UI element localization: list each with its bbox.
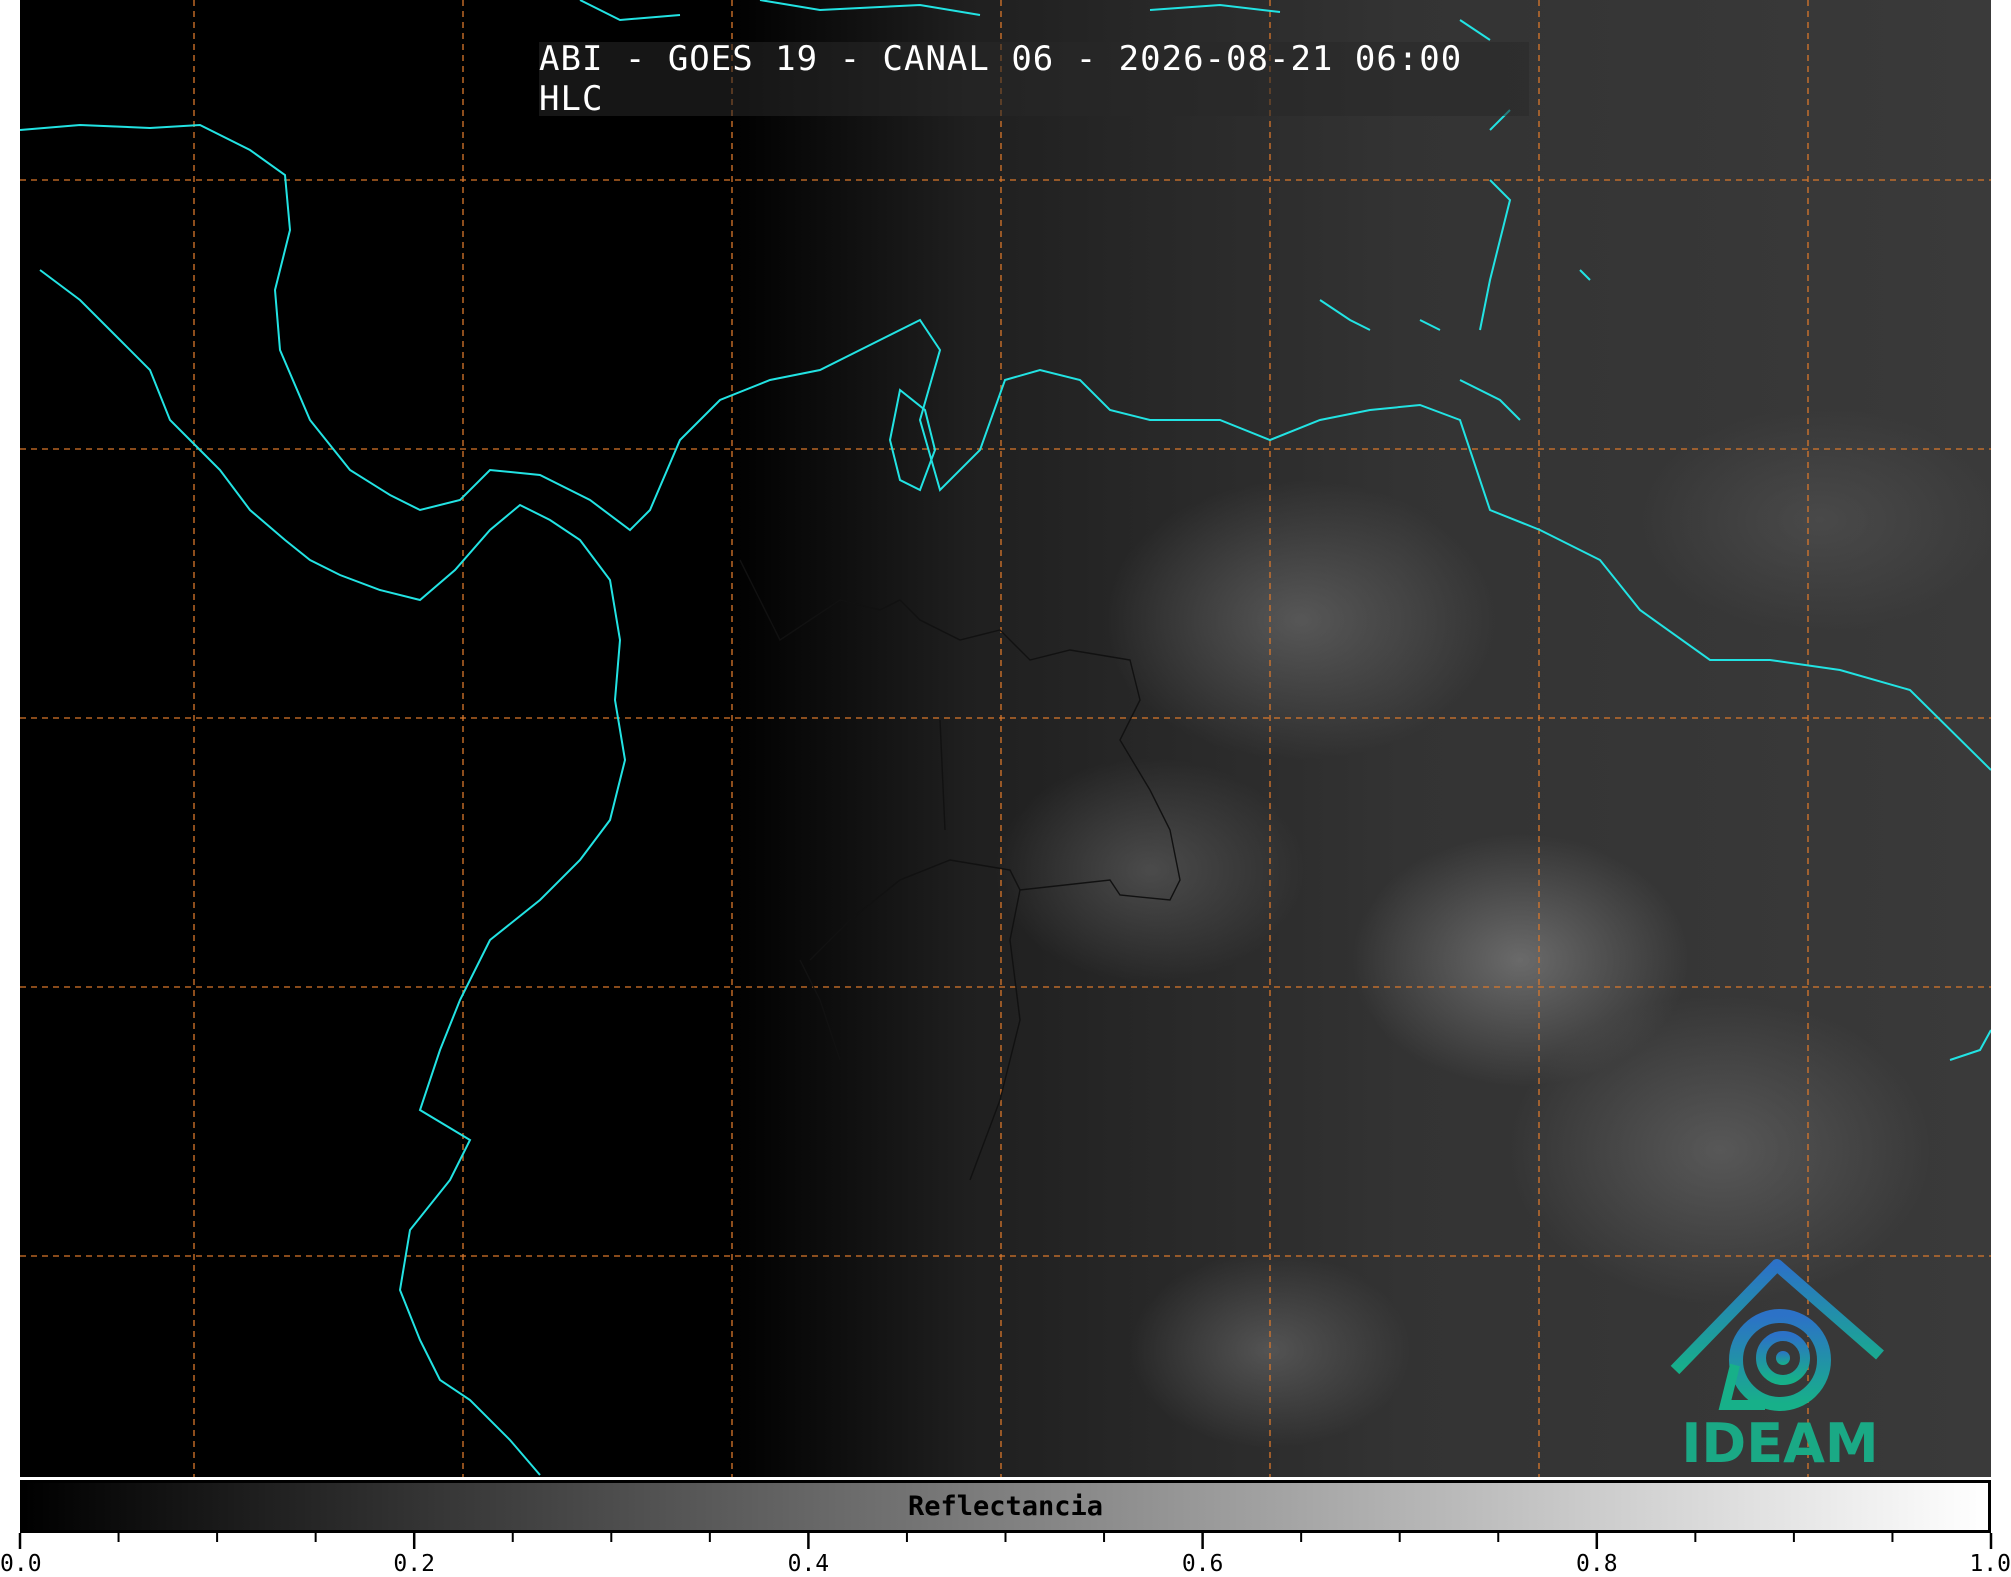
colorbar-label: Reflectancia xyxy=(907,1491,1104,1522)
coastline-central-america-pacific xyxy=(39,269,627,1476)
colorbar-ticks xyxy=(18,1533,1993,1549)
coastline-east-island xyxy=(1949,1029,1991,1061)
colorbar-tick-label: 0.4 xyxy=(787,1551,830,1577)
coastline-caribbean-islands xyxy=(1319,109,1591,421)
map-title: ABI - GOES 19 - CANAL 06 - 2026-08-21 06… xyxy=(539,39,1529,119)
colorbar-tick-label: 0.6 xyxy=(1181,1551,1224,1577)
colorbar-tick-label: 0.0 xyxy=(0,1551,42,1577)
colorbar-tick-label: 0.2 xyxy=(393,1551,435,1577)
coastline-lake-maracaibo xyxy=(888,388,937,492)
colorbar-tick-label: 1.0 xyxy=(1969,1551,2011,1577)
colorbar-tick-label: 0.8 xyxy=(1576,1551,1618,1577)
ideam-logo-text: IDEAM xyxy=(1681,1412,1879,1475)
coastlines xyxy=(20,0,1991,1476)
coastline-north-islands xyxy=(579,0,1491,41)
country-borders xyxy=(739,559,1181,1181)
coastline-central-america-caribbean xyxy=(20,123,1991,771)
